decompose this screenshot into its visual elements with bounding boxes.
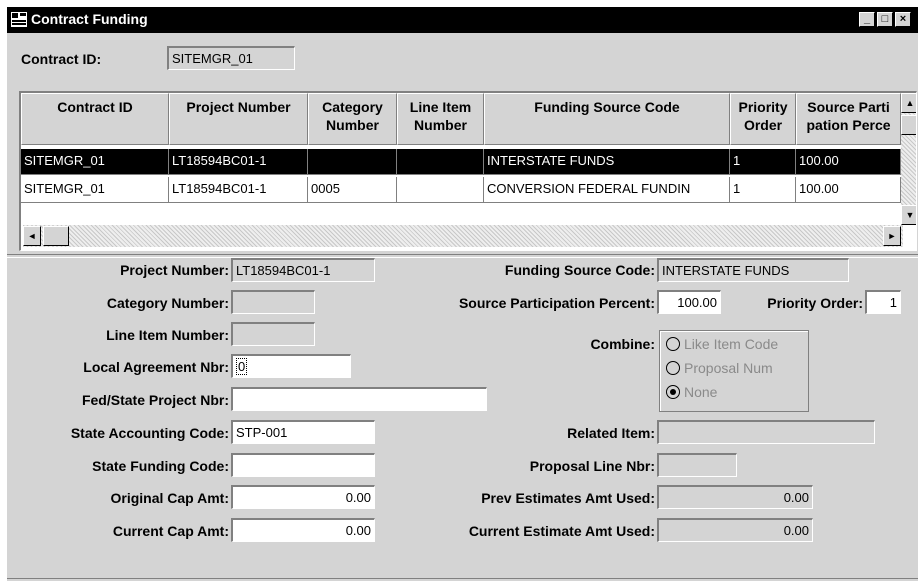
app-icon xyxy=(11,12,27,27)
funding-grid[interactable]: Contract ID Project Number Category Numbe… xyxy=(19,91,917,251)
proposal-line-nbr-label: Proposal Line Nbr: xyxy=(529,458,655,474)
minimize-button[interactable]: _ xyxy=(859,12,875,27)
col-header-line-item-number[interactable]: Line Item Number xyxy=(397,93,484,145)
cell-source-participation[interactable]: 100.00 xyxy=(796,149,901,175)
col-header-label: Project Number xyxy=(186,99,291,115)
cell-funding-source-code[interactable]: CONVERSION FEDERAL FUNDIN xyxy=(484,177,730,203)
local-agreement-nbr-value: 0 xyxy=(236,358,248,375)
cell-category-number[interactable] xyxy=(308,149,397,175)
col-header-label: Funding Source Code xyxy=(534,99,680,115)
vertical-scroll-thumb[interactable] xyxy=(901,115,916,135)
horizontal-scroll-thumb[interactable] xyxy=(43,226,69,246)
table-row[interactable]: SITEMGR_01 LT18594BC01-1 INTERSTATE FUND… xyxy=(21,149,916,175)
table-row[interactable]: SITEMGR_01 LT18594BC01-1 0005 CONVERSION… xyxy=(21,177,916,203)
combine-label: Combine: xyxy=(590,336,655,352)
radio-label: None xyxy=(684,384,718,400)
related-item-label: Related Item: xyxy=(567,425,655,441)
cell-line-item-number[interactable] xyxy=(397,177,484,203)
combine-option-proposal-num[interactable]: Proposal Num xyxy=(666,360,773,380)
col-header-priority-order[interactable]: Priority Order xyxy=(730,93,796,145)
horizontal-scrollbar[interactable]: ◄ ► xyxy=(23,225,903,247)
radio-icon[interactable] xyxy=(666,337,680,351)
cell-source-participation[interactable]: 100.00 xyxy=(796,177,901,203)
radio-selected-icon[interactable] xyxy=(666,385,680,399)
current-estimate-amt-used-label: Current Estimate Amt Used: xyxy=(468,523,655,539)
priority-order-field[interactable]: 1 xyxy=(865,290,901,314)
cell-funding-source-code[interactable]: INTERSTATE FUNDS xyxy=(484,149,730,175)
radio-icon[interactable] xyxy=(666,361,680,375)
close-button[interactable]: × xyxy=(895,12,911,27)
scroll-down-icon[interactable]: ▼ xyxy=(901,205,916,225)
title-bar[interactable]: Contract Funding _ □ × xyxy=(7,7,918,33)
related-item-field[interactable] xyxy=(657,420,875,444)
proposal-line-nbr-field[interactable] xyxy=(657,453,737,477)
scroll-right-icon[interactable]: ► xyxy=(883,226,901,246)
fed-state-project-nbr-field[interactable] xyxy=(231,387,487,411)
contract-id-field[interactable]: SITEMGR_01 xyxy=(167,46,295,70)
contract-id-label: Contract ID: xyxy=(21,51,102,67)
cell-priority-order[interactable]: 1 xyxy=(730,177,796,203)
state-accounting-code-label: State Accounting Code: xyxy=(70,425,229,441)
fed-state-project-nbr-label: Fed/State Project Nbr: xyxy=(81,392,229,408)
cell-category-number[interactable]: 0005 xyxy=(308,177,397,203)
current-cap-amt-field[interactable]: 0.00 xyxy=(231,518,375,542)
col-header-label: Contract ID xyxy=(57,99,133,115)
source-participation-percent-field[interactable]: 100.00 xyxy=(657,290,721,314)
col-header-project-number[interactable]: Project Number xyxy=(169,93,308,145)
vertical-scrollbar[interactable]: ▲ ▼ xyxy=(901,93,916,225)
cell-project-number[interactable]: LT18594BC01-1 xyxy=(169,149,308,175)
cell-contract-id[interactable]: SITEMGR_01 xyxy=(21,177,169,203)
scroll-left-icon[interactable]: ◄ xyxy=(23,226,41,246)
col-header-funding-source-code[interactable]: Funding Source Code xyxy=(484,93,730,145)
combine-option-like-item-code[interactable]: Like Item Code xyxy=(666,336,778,356)
state-funding-code-label: State Funding Code: xyxy=(92,458,229,474)
window-title: Contract Funding xyxy=(31,11,148,27)
project-number-label: Project Number: xyxy=(120,262,229,278)
funding-source-code-label: Funding Source Code: xyxy=(504,262,655,278)
radio-label: Like Item Code xyxy=(684,336,779,352)
maximize-button[interactable]: □ xyxy=(877,12,893,27)
local-agreement-nbr-label: Local Agreement Nbr: xyxy=(83,359,229,375)
original-cap-amt-field[interactable]: 0.00 xyxy=(231,485,375,509)
project-number-field[interactable]: LT18594BC01-1 xyxy=(231,258,375,282)
cell-line-item-number[interactable] xyxy=(397,149,484,175)
priority-order-label: Priority Order: xyxy=(767,295,863,311)
cell-priority-order[interactable]: 1 xyxy=(730,149,796,175)
funding-source-code-field[interactable]: INTERSTATE FUNDS xyxy=(657,258,849,282)
current-estimate-amt-used-field[interactable]: 0.00 xyxy=(657,518,813,542)
state-accounting-code-field[interactable]: STP-001 xyxy=(231,420,375,444)
col-header-source-participation-percent[interactable]: Source Parti pation Perce xyxy=(796,93,901,145)
col-header-contract-id[interactable]: Contract ID xyxy=(21,93,169,145)
scroll-up-icon[interactable]: ▲ xyxy=(901,93,916,113)
grid-header: Contract ID Project Number Category Numbe… xyxy=(21,93,916,145)
radio-label: Proposal Num xyxy=(684,360,773,376)
combine-radio-group: Like Item Code Proposal Num None xyxy=(659,330,809,412)
current-cap-amt-label: Current Cap Amt: xyxy=(112,523,229,539)
category-number-field[interactable] xyxy=(231,290,315,314)
contract-funding-window: Contract Funding _ □ × Contract ID: SITE… xyxy=(6,6,918,581)
cell-project-number[interactable]: LT18594BC01-1 xyxy=(169,177,308,203)
prev-estimates-amt-used-field[interactable]: 0.00 xyxy=(657,485,813,509)
local-agreement-nbr-field[interactable]: 0 xyxy=(231,354,351,378)
prev-estimates-amt-used-label: Prev Estimates Amt Used: xyxy=(481,490,655,506)
source-participation-percent-label: Source Participation Percent: xyxy=(458,295,655,311)
original-cap-amt-label: Original Cap Amt: xyxy=(110,490,230,506)
combine-option-none[interactable]: None xyxy=(666,384,717,404)
category-number-label: Category Number: xyxy=(106,295,229,311)
line-item-number-field[interactable] xyxy=(231,322,315,346)
state-funding-code-field[interactable] xyxy=(231,453,375,477)
col-header-category-number[interactable]: Category Number xyxy=(308,93,397,145)
line-item-number-label: Line Item Number: xyxy=(106,327,229,343)
cell-contract-id[interactable]: SITEMGR_01 xyxy=(21,149,169,175)
